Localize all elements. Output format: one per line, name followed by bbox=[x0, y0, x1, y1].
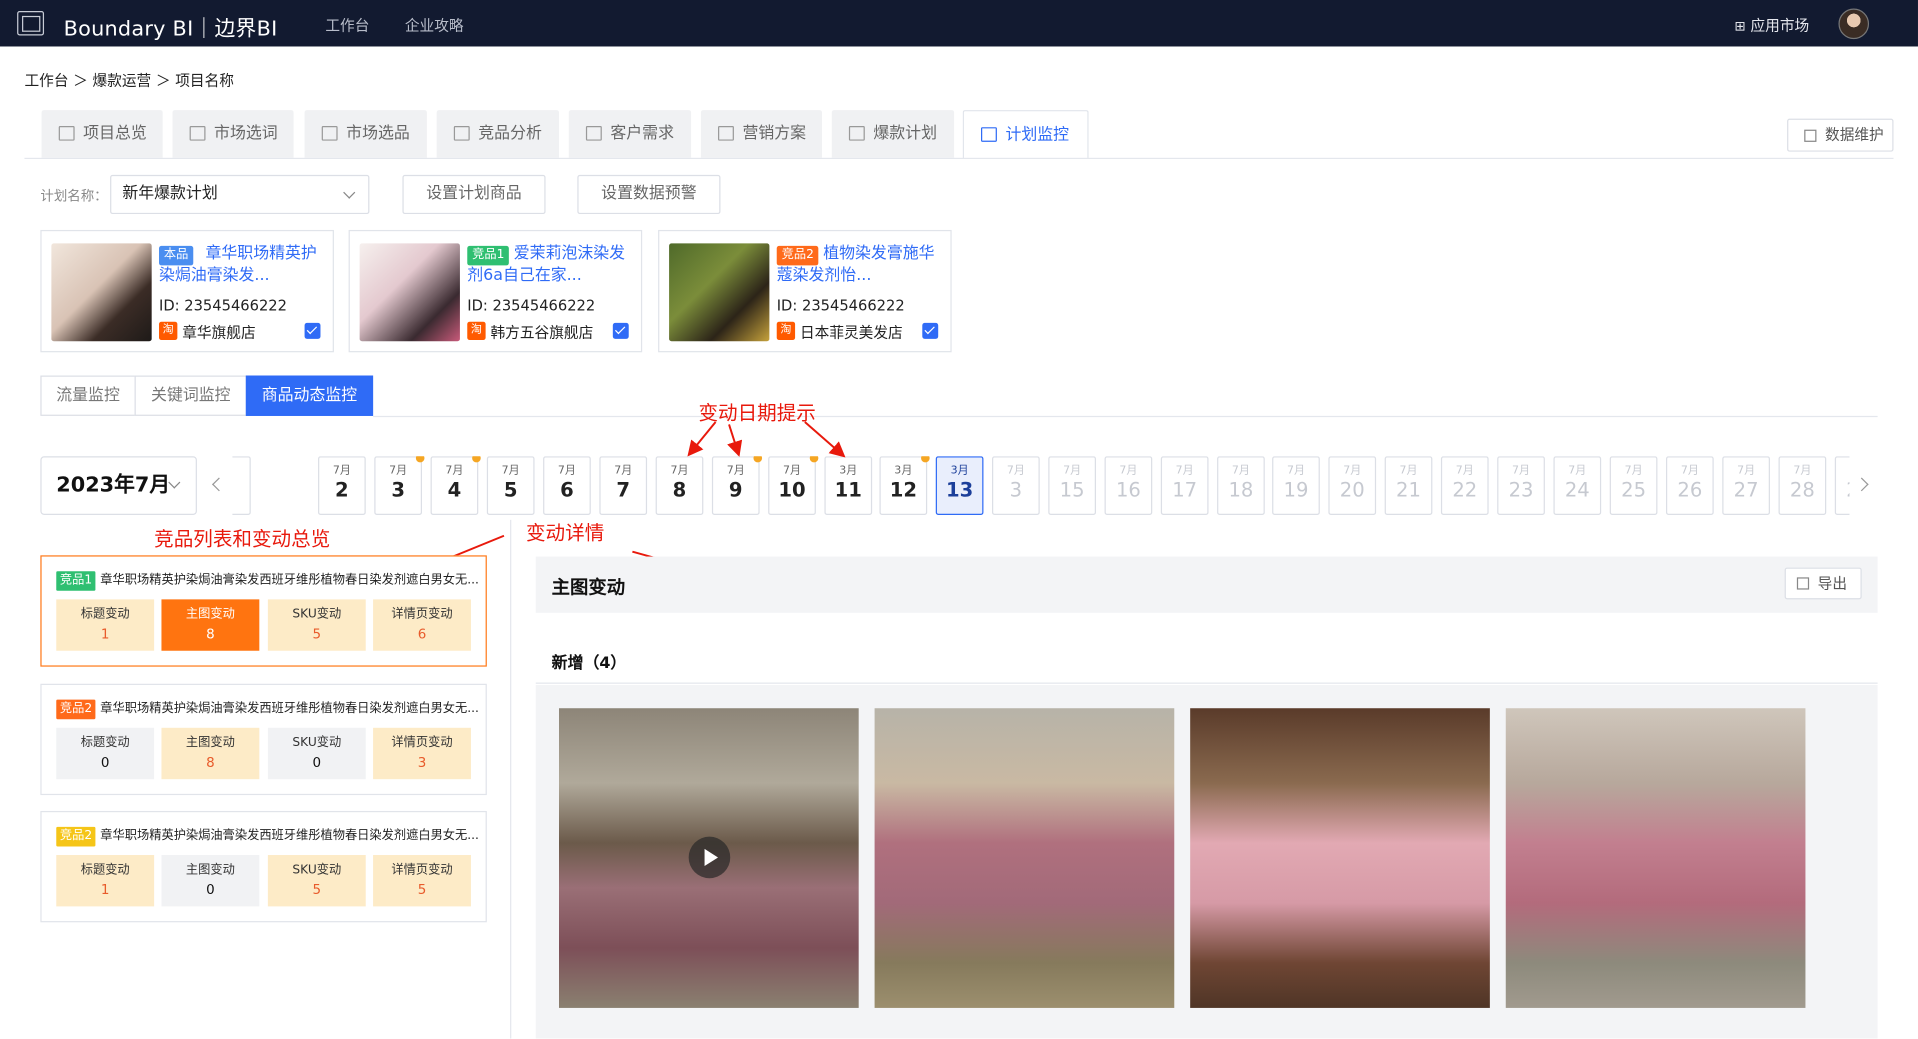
change-metric[interactable]: 主图变动 8 bbox=[161, 599, 260, 651]
change-metric[interactable]: 详情页变动 5 bbox=[373, 855, 471, 907]
change-metric[interactable]: 详情页变动 6 bbox=[373, 599, 471, 651]
change-metric[interactable]: SKU变动 5 bbox=[267, 599, 366, 651]
competitor-title: 章华职场精英护染焗油膏染发西班牙维彤植物春日染发剂遮白男女无... bbox=[100, 702, 479, 716]
change-metric[interactable]: SKU变动 0 bbox=[267, 727, 366, 780]
annotation-list-overview: 竞品列表和变动总览 bbox=[154, 527, 331, 551]
change-metric[interactable]: 主图变动 8 bbox=[161, 727, 260, 780]
annotation-change-detail: 变动详情 bbox=[525, 521, 605, 545]
change-metric[interactable]: 详情页变动 3 bbox=[373, 727, 471, 780]
metric-value: 3 bbox=[417, 754, 427, 771]
arrow-to-day-12 bbox=[804, 421, 846, 458]
metric-value: 1 bbox=[100, 626, 110, 643]
export-label: 导出 bbox=[1817, 574, 1848, 593]
arrow-to-day-10 bbox=[727, 424, 743, 457]
competitor-card[interactable]: 竞品2 章华职场精英护染焗油膏染发西班牙维彤植物春日染发剂遮白男女无... 标题变动… bbox=[40, 683, 487, 796]
arrow-to-day-9 bbox=[687, 421, 717, 457]
competitor-tag: 竞品1 bbox=[56, 571, 96, 591]
metric-value: 0 bbox=[206, 881, 215, 898]
new-divider bbox=[535, 682, 1878, 684]
metric-value: 8 bbox=[206, 626, 215, 643]
metric-label: 详情页变动 bbox=[391, 736, 453, 750]
competitor-title: 章华职场精英护染焗油膏染发西班牙维彤植物春日染发剂遮白男女无... bbox=[100, 829, 479, 843]
new-count-label: 新增（4） bbox=[551, 654, 627, 673]
export-icon bbox=[1796, 577, 1810, 590]
metric-label: 详情页变动 bbox=[391, 607, 453, 622]
panel-divider bbox=[510, 519, 512, 1039]
metric-label: SKU变动 bbox=[292, 863, 342, 878]
detail-title: 主图变动 bbox=[551, 576, 626, 599]
metric-value: 5 bbox=[312, 881, 322, 898]
metric-value: 0 bbox=[312, 754, 322, 771]
export-button[interactable]: 导出 bbox=[1784, 567, 1862, 600]
metric-label: SKU变动 bbox=[292, 736, 342, 750]
metric-value: 1 bbox=[100, 881, 110, 898]
metric-label: 详情页变动 bbox=[391, 863, 453, 878]
metric-label: 主图变动 bbox=[185, 863, 235, 878]
metric-label: 标题变动 bbox=[80, 736, 130, 750]
metric-value: 5 bbox=[312, 626, 322, 643]
change-metric[interactable]: 标题变动 1 bbox=[56, 855, 155, 907]
metric-label: SKU变动 bbox=[292, 607, 342, 622]
change-metric[interactable]: 主图变动 0 bbox=[161, 855, 260, 907]
metric-label: 标题变动 bbox=[80, 863, 130, 878]
competitor-card[interactable]: 竞品2 章华职场精英护染焗油膏染发西班牙维彤植物春日染发剂遮白男女无... 标题变动… bbox=[40, 810, 487, 923]
competitor-title: 章华职场精英护染焗油膏染发西班牙维彤植物春日染发剂遮白男女无... bbox=[100, 573, 479, 588]
detail-header bbox=[535, 556, 1878, 613]
change-metric[interactable]: 标题变动 1 bbox=[56, 599, 155, 651]
metric-label: 标题变动 bbox=[80, 607, 130, 622]
competitor-tag: 竞品2 bbox=[56, 699, 96, 720]
metric-value: 5 bbox=[417, 881, 427, 898]
main-image[interactable] bbox=[874, 708, 1175, 1008]
change-metric[interactable]: 标题变动 0 bbox=[56, 727, 155, 780]
metric-label: 主图变动 bbox=[185, 607, 235, 622]
metric-value: 0 bbox=[100, 754, 110, 771]
competitor-card[interactable]: 竞品1 章华职场精英护染焗油膏染发西班牙维彤植物春日染发剂遮白男女无... 标题变动… bbox=[40, 555, 487, 667]
metric-value: 8 bbox=[206, 754, 215, 771]
metric-value: 6 bbox=[417, 626, 427, 643]
change-metric[interactable]: SKU变动 5 bbox=[267, 855, 366, 907]
competitor-tag: 竞品2 bbox=[56, 826, 96, 847]
play-icon[interactable] bbox=[688, 836, 731, 879]
metric-label: 主图变动 bbox=[185, 736, 235, 750]
main-image[interactable] bbox=[1505, 708, 1806, 1008]
main-image[interactable] bbox=[1190, 708, 1490, 1008]
